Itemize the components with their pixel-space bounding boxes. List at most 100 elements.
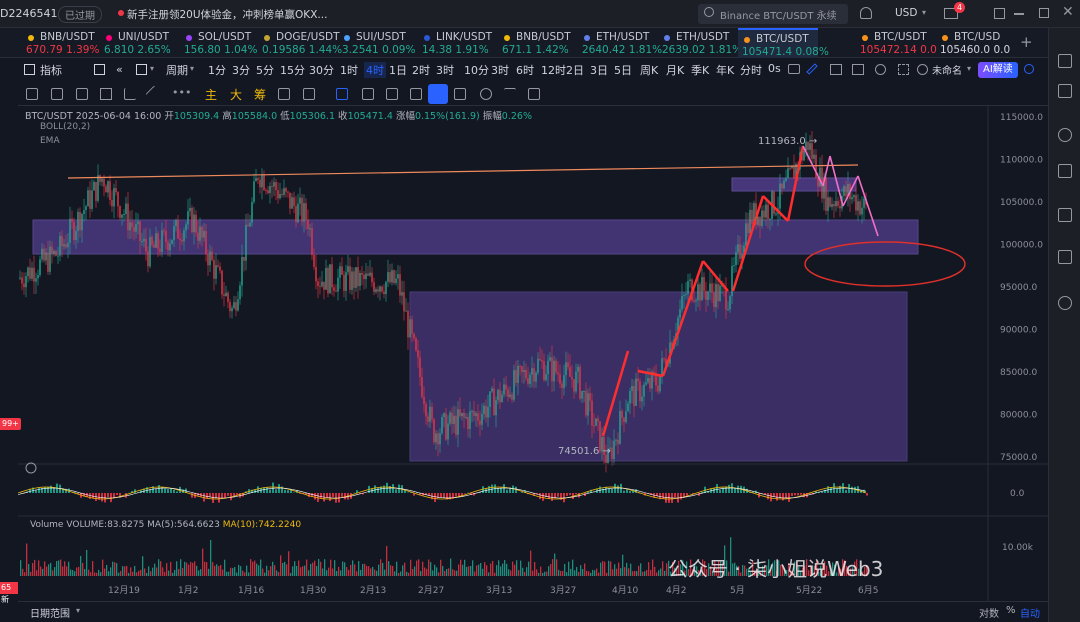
orderbook-icon[interactable] [1058, 250, 1072, 264]
more-tools-icon[interactable]: ••• [172, 86, 191, 99]
template-icon[interactable] [917, 64, 928, 75]
visibility-icon[interactable] [480, 88, 492, 100]
chart-area[interactable]: BTC/USDT 2025-06-04 16:00 开105309.4 高105… [18, 106, 1048, 601]
volume-bar [106, 565, 108, 576]
ticker-tab-10[interactable]: BTC/USDT 105472.14 0.0 [856, 28, 937, 58]
filter-icon[interactable] [504, 88, 516, 100]
ticker-tab-3[interactable]: DOGE/USDT 0.19586 1.44% [258, 28, 342, 58]
ticker-tab-8[interactable]: ETH/USDT 2639.02 1.81% [658, 28, 742, 58]
interval-14[interactable]: 2日 [566, 62, 584, 78]
share-icon[interactable] [1024, 64, 1034, 74]
interval-6[interactable]: 4时 [364, 62, 386, 78]
magnet-icon[interactable] [410, 88, 422, 100]
interval-13[interactable]: 12时 [541, 62, 566, 78]
fullscreen-icon[interactable] [898, 64, 909, 75]
interval-1[interactable]: 3分 [232, 62, 250, 78]
rectangle-icon[interactable] [100, 88, 112, 100]
interval-9[interactable]: 3时 [436, 62, 454, 78]
currency-select[interactable]: USD [895, 7, 917, 19]
search-box[interactable]: Binance BTC/USDT 永续 [698, 4, 848, 24]
compass-icon[interactable] [1058, 296, 1072, 310]
percent-scale-button[interactable]: % [1006, 605, 1016, 616]
ticker-tab-1[interactable]: UNI/USDT 6.810 2.65% [100, 28, 180, 58]
trade-icon[interactable] [852, 64, 864, 75]
replay-icon[interactable] [278, 88, 290, 100]
channel-icon[interactable] [76, 88, 88, 100]
interval-15[interactable]: 3日 [590, 62, 608, 78]
big-order-button[interactable]: 大 [230, 86, 242, 103]
indicators-button[interactable]: 指标 [40, 62, 62, 78]
pencil-icon[interactable] [806, 63, 818, 75]
brush-icon[interactable] [362, 88, 374, 100]
interval-12[interactable]: 6时 [516, 62, 534, 78]
ticker-tab-9[interactable]: BTC/USDT 105471.4 0.08% [738, 28, 829, 58]
alert-icon[interactable] [1058, 128, 1072, 142]
interval-17[interactable]: 周K [640, 62, 658, 78]
ticker-tab-11[interactable]: BTC/USD 105460.0 0.0 [936, 28, 1016, 58]
add-tab-icon[interactable]: + [1020, 33, 1033, 51]
undo-icon[interactable]: « [116, 63, 123, 76]
alert-tag[interactable]: 99+ [0, 418, 21, 430]
news-tag[interactable]: 65新 [0, 582, 18, 604]
date-range-button[interactable]: 日期范围 [30, 605, 70, 620]
camera-icon[interactable] [788, 64, 800, 74]
fib-icon[interactable] [124, 88, 136, 100]
lock-drawing-button[interactable] [428, 84, 448, 104]
interval-7[interactable]: 1日 [389, 62, 407, 78]
layout-name[interactable]: 未命名 [932, 62, 962, 77]
period-button[interactable]: 周期 [166, 62, 188, 78]
expired-badge[interactable]: 已过期 [58, 6, 102, 23]
interval-0[interactable]: 1分 [208, 62, 226, 78]
ticker-symbol: ETH/USDT [596, 31, 650, 43]
main-force-button[interactable]: 主 [205, 86, 217, 103]
auto-scale-button[interactable]: 自动 [1020, 605, 1040, 620]
horizontal-line-icon[interactable] [51, 88, 63, 100]
volume-bar [404, 562, 406, 576]
log-scale-button[interactable]: 对数 [979, 605, 999, 620]
ticker-tab-7[interactable]: ETH/USDT 2640.42 1.81% [578, 28, 662, 58]
trendline-icon[interactable] [145, 85, 163, 103]
select-icon[interactable] [336, 88, 348, 100]
interval-10[interactable]: 10分 [464, 62, 489, 78]
watchlist-icon[interactable] [1058, 54, 1072, 68]
interval-11[interactable]: 3时 [491, 62, 509, 78]
eraser-icon[interactable] [386, 88, 398, 100]
ruler-icon[interactable] [303, 88, 315, 100]
ticker-tab-6[interactable]: BNB/USDT 671.1 1.42% [498, 28, 578, 58]
layout-icon[interactable] [94, 64, 105, 75]
interval-19[interactable]: 季K [691, 62, 709, 78]
interval-21[interactable]: 分时 [740, 62, 762, 78]
settings-icon[interactable] [875, 64, 886, 75]
close-icon[interactable]: ✕ [1062, 4, 1074, 20]
chip-button[interactable]: 筹 [254, 86, 266, 103]
trash-icon[interactable] [528, 88, 540, 100]
interval-18[interactable]: 月K [666, 62, 684, 78]
notice-text[interactable]: 新手注册领20U体验金，冲刺榜单赢OKX... [127, 7, 327, 22]
interval-4[interactable]: 30分 [309, 62, 334, 78]
minimize-icon[interactable] [1014, 13, 1024, 15]
interval-16[interactable]: 5日 [614, 62, 632, 78]
lock-icon[interactable] [454, 88, 466, 100]
interval-8[interactable]: 2时 [412, 62, 430, 78]
interval-5[interactable]: 1时 [340, 62, 358, 78]
data-window-icon[interactable] [1058, 208, 1072, 222]
maximize-icon[interactable] [1039, 8, 1049, 18]
chart-type-icon[interactable] [136, 64, 147, 75]
interval-20[interactable]: 年K [716, 62, 734, 78]
interval-2[interactable]: 5分 [256, 62, 274, 78]
ticker-tab-4[interactable]: SUI/USDT 3.2541 0.09% [338, 28, 418, 58]
crosshair-icon[interactable] [26, 88, 38, 100]
search-input[interactable]: Binance BTC/USDT 永续 [720, 7, 837, 22]
ai-analysis-button[interactable]: AI解读 [978, 62, 1018, 78]
volume-bar [560, 570, 562, 576]
popout-icon[interactable] [994, 8, 1005, 19]
interval-3[interactable]: 15分 [280, 62, 305, 78]
compare-icon[interactable] [830, 64, 842, 75]
notes-icon[interactable] [1058, 84, 1072, 98]
ticker-tab-2[interactable]: SOL/USDT 156.80 1.04% [180, 28, 260, 58]
calendar-icon[interactable] [1058, 164, 1072, 178]
bell-icon[interactable] [860, 7, 872, 19]
ticker-tab-5[interactable]: LINK/USDT 14.38 1.91% [418, 28, 498, 58]
ticker-tab-0[interactable]: BNB/USDT 670.79 1.39% [22, 28, 102, 58]
candle-body [81, 213, 83, 231]
